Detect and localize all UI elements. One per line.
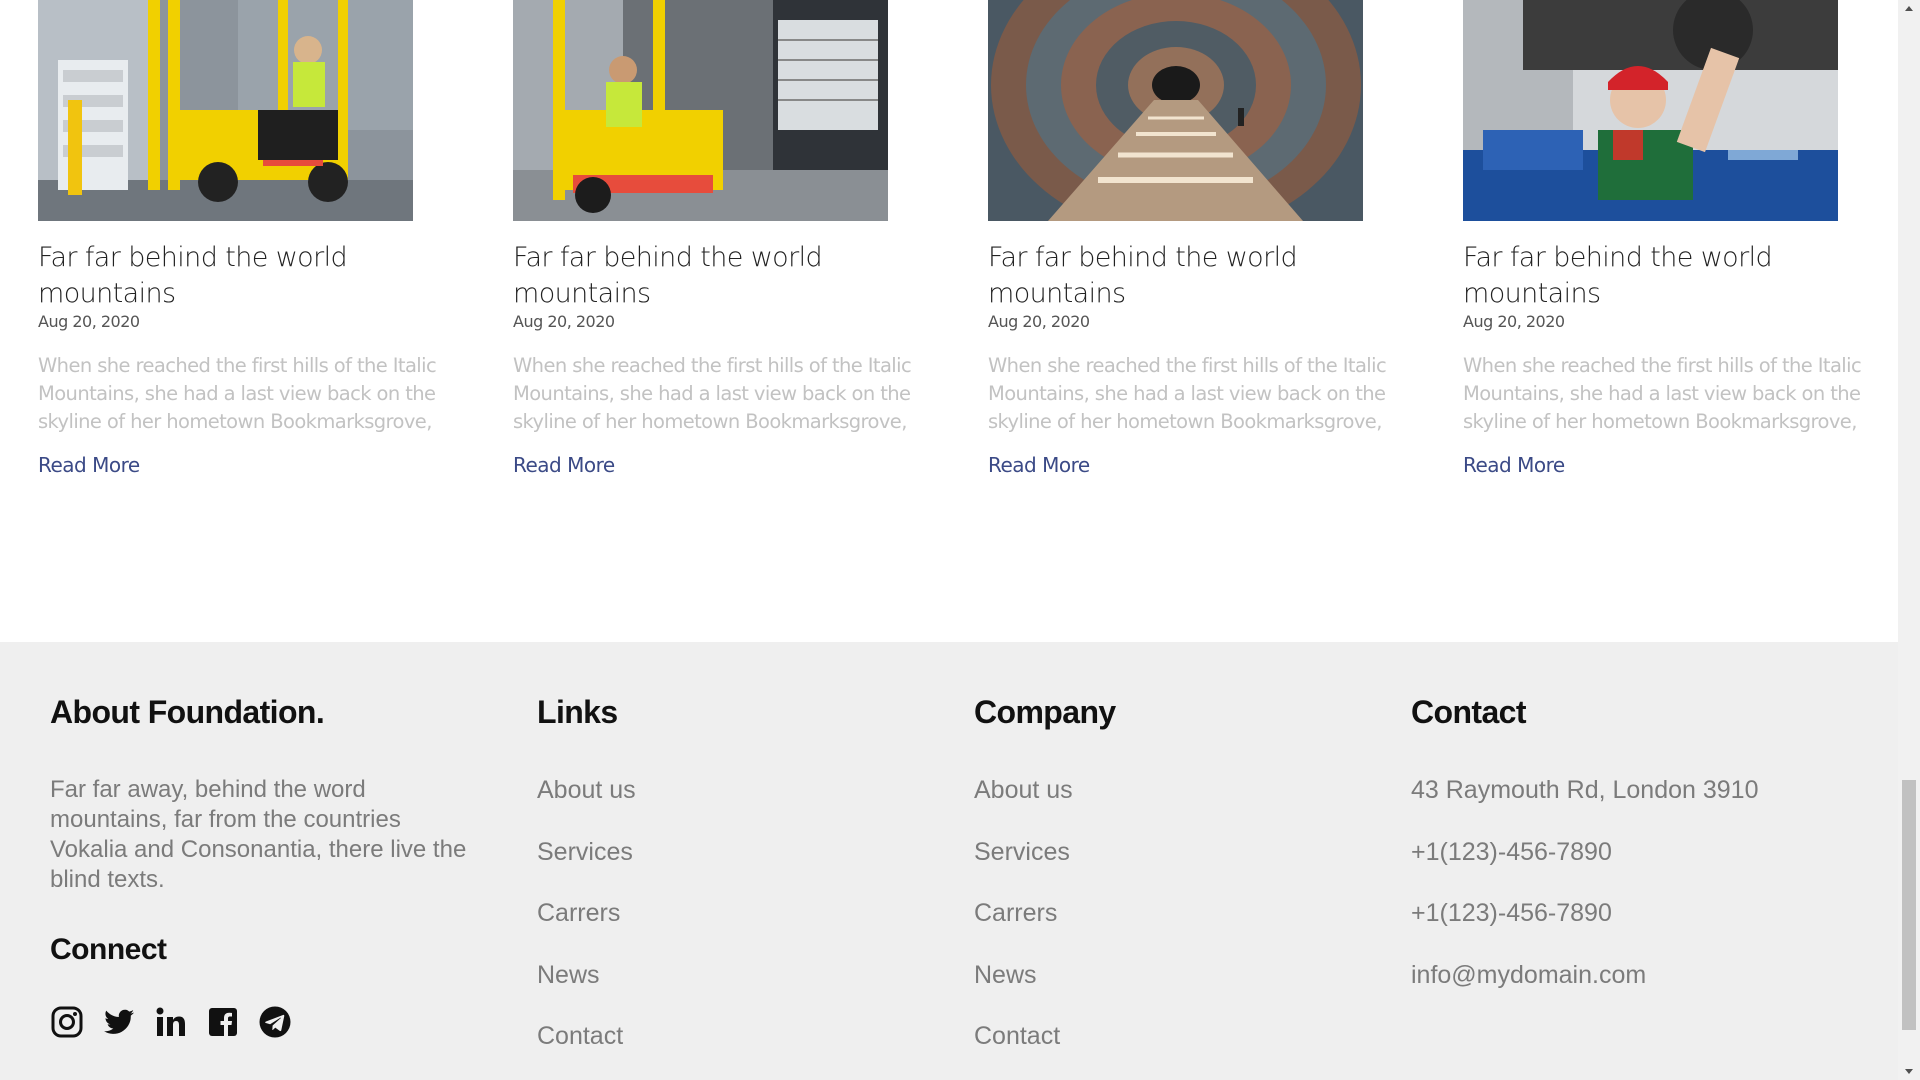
footer-links-heading: Links xyxy=(537,694,618,730)
footer-company-item: News xyxy=(974,960,1116,1022)
tunnel-walkway-photo xyxy=(988,0,1363,221)
read-more-link[interactable]: Read More xyxy=(513,453,615,477)
contact-phone-link[interactable]: +1(123)-456-7890 xyxy=(1411,899,1612,927)
blog-card-date: Aug 20, 2020 xyxy=(38,312,140,331)
footer-company-item: About us xyxy=(974,775,1116,837)
blog-card-image[interactable] xyxy=(513,0,888,221)
blog-card-title[interactable]: Far far behind the world mountains xyxy=(1463,240,1863,312)
blog-card-image[interactable] xyxy=(1463,0,1838,221)
footer-links-list: About us Services Carrers News Contact xyxy=(537,775,636,1080)
footer-company-item: Services xyxy=(974,837,1116,899)
blog-card: Far far behind the world mountains Aug 2… xyxy=(1463,0,1863,477)
scroll-down-arrow-icon[interactable] xyxy=(1898,1063,1920,1080)
contact-phone: +1(123)-456-7890 xyxy=(1411,898,1758,960)
blog-card: Far far behind the world mountains Aug 2… xyxy=(513,0,913,477)
footer-link-contact[interactable]: Contact xyxy=(537,1022,623,1050)
mechanic-photo xyxy=(1463,0,1838,221)
blog-card-title[interactable]: Far far behind the world mountains xyxy=(988,240,1388,312)
site-footer: About Foundation. Far far away, behind t… xyxy=(0,642,1898,1080)
blog-cards-section: Far far behind the world mountains Aug 2… xyxy=(0,0,1898,642)
blog-card-date: Aug 20, 2020 xyxy=(1463,312,1565,331)
forklift-driver-photo xyxy=(513,0,888,221)
scroll-up-arrow-icon[interactable] xyxy=(1898,0,1920,17)
forklift-photo xyxy=(38,0,413,221)
footer-company-list: About us Services Carrers News Contact xyxy=(974,775,1116,1080)
footer-link-news[interactable]: News xyxy=(537,961,600,989)
blog-card-date: Aug 20, 2020 xyxy=(988,312,1090,331)
read-more-link[interactable]: Read More xyxy=(988,453,1090,477)
footer-link-item: Contact xyxy=(537,1021,636,1080)
instagram-icon[interactable] xyxy=(50,1005,84,1039)
footer-link-item: News xyxy=(537,960,636,1022)
blog-card-date: Aug 20, 2020 xyxy=(513,312,615,331)
read-more-link[interactable]: Read More xyxy=(38,453,140,477)
footer-contact-list: 43 Raymouth Rd, London 3910 +1(123)-456-… xyxy=(1411,775,1758,1021)
scrollbar-thumb[interactable] xyxy=(1902,780,1916,1030)
twitter-icon[interactable] xyxy=(102,1005,136,1039)
blog-card: Far far behind the world mountains Aug 2… xyxy=(988,0,1388,477)
blog-card-title[interactable]: Far far behind the world mountains xyxy=(513,240,913,312)
contact-phone-link[interactable]: +1(123)-456-7890 xyxy=(1411,838,1612,866)
linkedin-icon[interactable] xyxy=(154,1005,188,1039)
facebook-icon[interactable] xyxy=(206,1005,240,1039)
blog-card-image[interactable] xyxy=(38,0,413,221)
footer-link-services[interactable]: Services xyxy=(537,838,633,866)
footer-connect-heading: Connect xyxy=(50,933,167,966)
footer-about-text: Far far away, behind the word mountains,… xyxy=(50,776,467,893)
footer-link-item: Carrers xyxy=(537,898,636,960)
footer-contact-heading: Contact xyxy=(1411,694,1527,730)
company-link-about[interactable]: About us xyxy=(974,776,1073,804)
footer-link-item: About us xyxy=(537,775,636,837)
footer-company-item: Carrers xyxy=(974,898,1116,960)
read-more-link[interactable]: Read More xyxy=(1463,453,1565,477)
footer-about-heading: About Foundation. xyxy=(50,694,325,730)
blog-card-excerpt: When she reached the first hills of the … xyxy=(38,354,437,433)
footer-company-column: Company About us Services Carrers News C… xyxy=(974,692,1116,1080)
contact-phone: +1(123)-456-7890 xyxy=(1411,837,1758,899)
blog-card-image[interactable] xyxy=(988,0,1363,221)
company-link-carrers[interactable]: Carrers xyxy=(974,899,1057,927)
footer-company-item: Contact xyxy=(974,1021,1116,1080)
contact-email-link[interactable]: info@mydomain.com xyxy=(1411,961,1646,989)
company-link-services[interactable]: Services xyxy=(974,838,1070,866)
blog-card-excerpt: When she reached the first hills of the … xyxy=(1463,354,1862,433)
footer-link-item: Services xyxy=(537,837,636,899)
blog-card-excerpt: When she reached the first hills of the … xyxy=(513,354,912,433)
footer-contact-column: Contact 43 Raymouth Rd, London 3910 +1(1… xyxy=(1411,692,1758,1021)
footer-link-carrers[interactable]: Carrers xyxy=(537,899,620,927)
footer-links-column: Links About us Services Carrers News Con… xyxy=(537,692,636,1080)
social-links xyxy=(50,1005,480,1039)
vertical-scrollbar[interactable] xyxy=(1898,0,1920,1080)
contact-email: info@mydomain.com xyxy=(1411,960,1758,1022)
footer-link-about[interactable]: About us xyxy=(537,776,636,804)
company-link-news[interactable]: News xyxy=(974,961,1037,989)
footer-about-column: About Foundation. Far far away, behind t… xyxy=(50,692,480,1039)
contact-address: 43 Raymouth Rd, London 3910 xyxy=(1411,776,1759,804)
blog-card: Far far behind the world mountains Aug 2… xyxy=(38,0,438,477)
footer-company-heading: Company xyxy=(974,694,1116,730)
company-link-contact[interactable]: Contact xyxy=(974,1022,1060,1050)
telegram-icon[interactable] xyxy=(258,1005,292,1039)
blog-card-excerpt: When she reached the first hills of the … xyxy=(988,354,1387,433)
blog-card-title[interactable]: Far far behind the world mountains xyxy=(38,240,438,312)
